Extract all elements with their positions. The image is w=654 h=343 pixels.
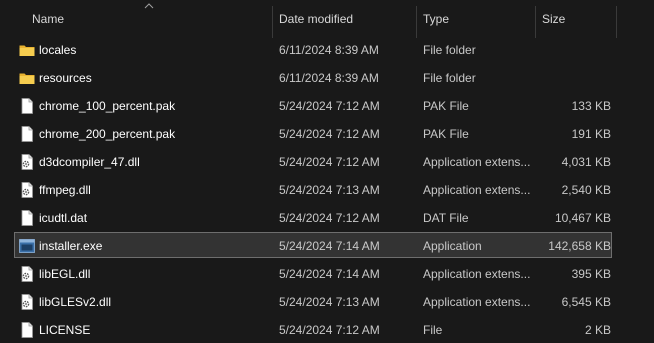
- column-header-bar: Name Date modified Type Size: [0, 0, 654, 38]
- file-size: 6,545 KB: [561, 295, 611, 309]
- file-size: 10,467 KB: [554, 211, 611, 225]
- file-size: [535, 37, 611, 63]
- folder-icon: [18, 69, 36, 87]
- column-header-type[interactable]: Type: [423, 0, 535, 38]
- file-size: 142,658 KB: [548, 239, 611, 253]
- file-row[interactable]: LICENSE 5/24/2024 7:12 AM File 2 KB: [14, 316, 612, 342]
- file-name: libGLESv2.dll: [39, 295, 112, 309]
- file-row[interactable]: libEGL.dll 5/24/2024 7:14 AM Application e…: [14, 260, 612, 286]
- file-date-modified: 6/11/2024 8:39 AM: [279, 43, 379, 57]
- column-divider[interactable]: [272, 6, 273, 38]
- file-date-modified: 5/24/2024 7:13 AM: [279, 183, 380, 197]
- column-divider[interactable]: [535, 6, 536, 38]
- file-type: Application extens...: [423, 267, 531, 281]
- file-icon: [18, 209, 36, 227]
- file-name: chrome_100_percent.pak: [39, 99, 176, 113]
- file-type: Application extens...: [423, 295, 531, 309]
- file-date-modified: 5/24/2024 7:12 AM: [279, 99, 380, 113]
- file-name: locales: [39, 43, 77, 57]
- file-size: 395 KB: [571, 267, 611, 281]
- column-divider[interactable]: [616, 6, 617, 38]
- file-size: 2,540 KB: [561, 183, 611, 197]
- file-date-modified: 5/24/2024 7:12 AM: [279, 211, 380, 225]
- file-size: [535, 65, 611, 91]
- dll-icon: [18, 153, 36, 171]
- column-header-name[interactable]: Name: [32, 0, 270, 38]
- file-size: 191 KB: [571, 127, 611, 141]
- file-type: Application extens...: [423, 155, 531, 169]
- file-name: icudtl.dat: [39, 211, 88, 225]
- file-row[interactable]: locales 6/11/2024 8:39 AM File folder: [14, 36, 612, 62]
- exe-icon: [18, 237, 36, 255]
- column-header-date-modified[interactable]: Date modified: [279, 0, 415, 38]
- file-date-modified: 5/24/2024 7:12 AM: [279, 155, 380, 169]
- file-row[interactable]: resources 6/11/2024 8:39 AM File folder: [14, 64, 612, 90]
- file-type: File folder: [423, 43, 476, 57]
- file-name: d3dcompiler_47.dll: [39, 155, 140, 169]
- file-row[interactable]: chrome_200_percent.pak 5/24/2024 7:12 AM P…: [14, 120, 612, 146]
- file-row[interactable]: d3dcompiler_47.dll 5/24/2024 7:12 AM Appli…: [14, 148, 612, 174]
- file-row[interactable]: installer.exe 5/24/2024 7:14 AM Applicatio…: [14, 232, 612, 258]
- file-name: chrome_200_percent.pak: [39, 127, 176, 141]
- file-date-modified: 5/24/2024 7:13 AM: [279, 295, 380, 309]
- file-size: 2 KB: [584, 323, 611, 337]
- file-size: 4,031 KB: [561, 155, 611, 169]
- file-type: PAK File: [423, 127, 469, 141]
- file-size: 133 KB: [571, 99, 611, 113]
- file-type: File folder: [423, 71, 476, 85]
- folder-icon: [18, 41, 36, 59]
- file-icon: [18, 125, 36, 143]
- file-name: resources: [39, 71, 92, 85]
- file-type: Application: [423, 239, 482, 253]
- file-name: installer.exe: [39, 239, 103, 253]
- file-name: LICENSE: [39, 323, 91, 337]
- file-icon: [18, 321, 36, 339]
- file-type: File: [423, 323, 443, 337]
- file-date-modified: 5/24/2024 7:12 AM: [279, 127, 380, 141]
- file-date-modified: 5/24/2024 7:14 AM: [279, 267, 380, 281]
- file-date-modified: 5/24/2024 7:12 AM: [279, 323, 380, 337]
- file-row[interactable]: libGLESv2.dll 5/24/2024 7:13 AM Applicatio…: [14, 288, 612, 314]
- file-icon: [18, 97, 36, 115]
- file-type: PAK File: [423, 99, 469, 113]
- column-divider[interactable]: [416, 6, 417, 38]
- file-row[interactable]: icudtl.dat 5/24/2024 7:12 AM DAT File 10,46…: [14, 204, 612, 230]
- file-type: DAT File: [423, 211, 469, 225]
- file-row[interactable]: chrome_100_percent.pak 5/24/2024 7:12 AM P…: [14, 92, 612, 118]
- file-name: ffmpeg.dll: [39, 183, 91, 197]
- file-type: Application extens...: [423, 183, 531, 197]
- file-row[interactable]: ffmpeg.dll 5/24/2024 7:13 AM Application e…: [14, 176, 612, 202]
- dll-icon: [18, 265, 36, 283]
- column-header-size[interactable]: Size: [542, 0, 612, 38]
- file-date-modified: 5/24/2024 7:14 AM: [279, 239, 380, 253]
- dll-icon: [18, 181, 36, 199]
- file-date-modified: 6/11/2024 8:39 AM: [279, 71, 379, 85]
- dll-icon: [18, 293, 36, 311]
- file-name: libEGL.dll: [39, 267, 91, 281]
